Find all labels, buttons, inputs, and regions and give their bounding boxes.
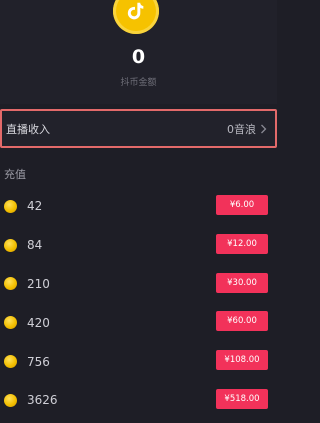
balance-label: 抖币金额 (120, 78, 157, 88)
live-income-label: 直播收入 (6, 122, 50, 136)
coin-icon (4, 316, 17, 330)
price-button[interactable]: ¥60.00 (216, 311, 268, 332)
recharge-section-title: 充值 (4, 168, 26, 181)
recharge-list: 42 ¥6.00 84 ¥12.00 210 ¥30.00 420 ¥60.00… (0, 187, 277, 420)
price-button[interactable]: ¥6.00 (216, 195, 268, 215)
recharge-item-420: 420 ¥60.00 (0, 303, 277, 342)
price-button[interactable]: ¥12.00 (216, 233, 268, 254)
coin-icon (4, 199, 17, 213)
live-income-row[interactable]: 直播收入 0音浪 (0, 109, 277, 148)
coin-icon (4, 238, 17, 252)
price-button[interactable]: ¥108.00 (216, 350, 268, 371)
price-button[interactable]: ¥518.00 (216, 388, 268, 409)
wallet-page: 0 抖币金额 直播收入 0音浪 充值 42 ¥6.00 84 ¥12.00 21… (0, 0, 277, 423)
tiktok-coin-icon (113, 0, 159, 34)
recharge-item-42: 42 ¥6.00 (0, 187, 277, 226)
recharge-item-756: 756 ¥108.00 (0, 342, 277, 381)
price-button[interactable]: ¥30.00 (216, 272, 268, 293)
wallet-header: 0 抖币金额 (0, 0, 277, 104)
balance-value: 0 (131, 46, 146, 68)
coin-icon (4, 393, 17, 407)
coin-icon (4, 355, 17, 369)
live-income-value: 0音浪 (227, 122, 256, 136)
chevron-right-icon (261, 124, 267, 133)
coin-icon (4, 277, 17, 291)
recharge-item-210: 210 ¥30.00 (0, 265, 277, 304)
recharge-item-84: 84 ¥12.00 (0, 226, 277, 265)
recharge-item-3626: 3626 ¥518.00 (0, 381, 277, 420)
